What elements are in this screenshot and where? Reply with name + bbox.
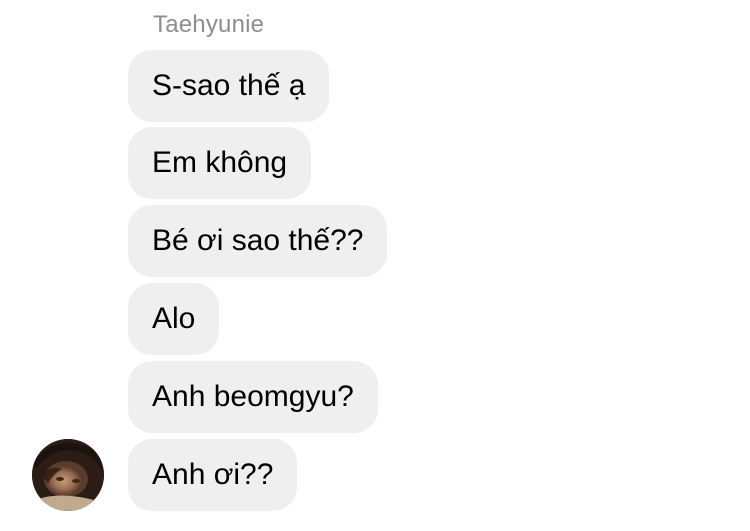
message-text: Anh beomgyu? — [152, 380, 354, 413]
sender-name: Taehyunie — [153, 11, 265, 38]
message-text: S-sao thế ạ — [152, 69, 306, 102]
message-bubble[interactable]: Em không — [128, 127, 312, 199]
message-bubble[interactable]: Bé ơi sao thế?? — [128, 205, 388, 277]
message-text: Em không — [152, 146, 288, 179]
message-text: Bé ơi sao thế?? — [152, 224, 364, 257]
message-bubble[interactable]: Alo — [128, 283, 220, 355]
message-bubble[interactable]: Anh beomgyu? — [128, 361, 378, 433]
avatar-photo-icon — [32, 439, 104, 511]
message-bubble[interactable]: Anh ơi?? — [128, 439, 298, 511]
avatar[interactable] — [32, 439, 104, 511]
message-text: Alo — [152, 302, 196, 335]
message-text: Anh ơi?? — [152, 458, 274, 491]
message-thread: Taehyunie S-sao thế ạ Em không Bé ơi sao… — [0, 0, 750, 531]
message-bubble[interactable]: S-sao thế ạ — [128, 50, 330, 122]
